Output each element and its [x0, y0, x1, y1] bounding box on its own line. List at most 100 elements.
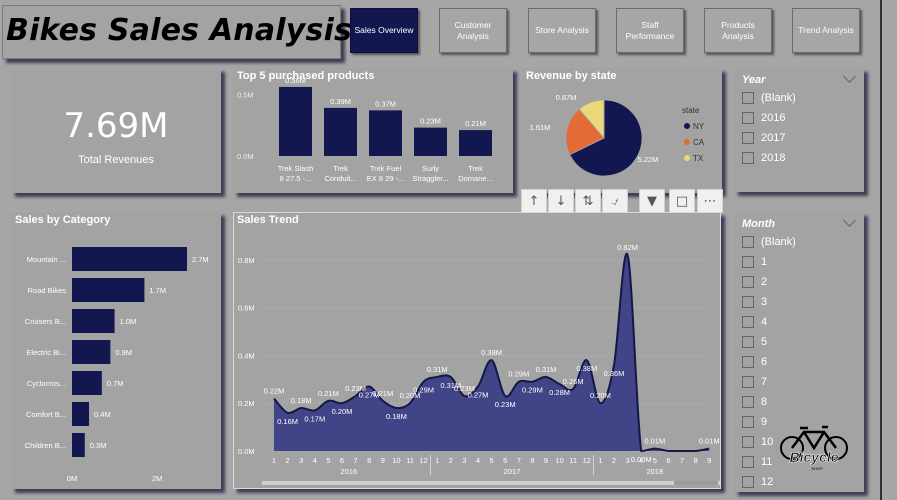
month-slicer-item[interactable]: 6: [742, 352, 767, 372]
month-slicer-item[interactable]: 10: [742, 432, 773, 452]
checkbox[interactable]: [742, 396, 754, 408]
checkbox[interactable]: [742, 316, 754, 328]
x-tick-label: 6: [340, 456, 344, 465]
nav-trend-analysis-button[interactable]: Trend Analysis: [792, 8, 860, 53]
nav-customer-analysis-button[interactable]: Customer Analysis: [439, 8, 507, 53]
nav-sales-overview-button[interactable]: Sales Overview: [350, 8, 418, 53]
year-slicer-item[interactable]: (Blank): [742, 88, 796, 108]
category-bar: [72, 340, 111, 364]
expand-level-icon[interactable]: ⇅: [575, 189, 601, 213]
top5-products-card[interactable]: Top 5 purchased products 0.0M 0.5M 0.56M Tr…: [233, 68, 513, 193]
checkbox[interactable]: [742, 416, 754, 428]
year-slicer-item[interactable]: 2018: [742, 148, 785, 168]
checkbox[interactable]: [742, 376, 754, 388]
bar-data-label: 0.3M: [90, 441, 107, 450]
product-bar: [414, 127, 447, 156]
x-tick-label: 6: [503, 456, 507, 465]
focus-mode-icon[interactable]: □: [669, 189, 695, 213]
page-divider: [880, 0, 882, 500]
year-slicer-item-label: 2017: [761, 132, 786, 144]
checkbox[interactable]: [742, 92, 754, 104]
month-slicer-item[interactable]: 2: [742, 272, 767, 292]
month-slicer-item[interactable]: 9: [742, 412, 767, 432]
nav-products-analysis-button[interactable]: Products Analysis: [704, 8, 772, 53]
x-tick-label: 5: [490, 456, 494, 465]
arrow-down-icon[interactable]: ↓: [548, 189, 574, 213]
sales-trend-card[interactable]: Sales Trend 0.0M 0.2M 0.4M 0.6M 0.8M 0.22M 0.1…: [233, 212, 721, 489]
legend-marker: [684, 139, 690, 145]
x-tick-label: 7: [517, 456, 521, 465]
nav-label: Staff Performance: [625, 19, 675, 41]
x-tick-label: 9: [544, 456, 548, 465]
x-tick-label: 12: [419, 456, 427, 465]
x-tick-label: 12: [583, 456, 591, 465]
month-slicer-item[interactable]: 3: [742, 292, 767, 312]
month-slicer-item[interactable]: 7: [742, 372, 767, 392]
drill-icon[interactable]: ⍻: [602, 189, 628, 213]
bar-data-label: 2.7M: [192, 255, 209, 264]
x-tick-label: 0M: [67, 474, 77, 483]
arrow-up-icon[interactable]: ↑: [521, 189, 547, 213]
sales-by-category-card[interactable]: Sales by Category Mountain ... 2.7M Road B…: [11, 212, 221, 489]
month-slicer-item[interactable]: 11: [742, 452, 772, 472]
bar-data-label: 0.56M: [285, 76, 306, 85]
y-tick-label: Mountain ...: [27, 255, 66, 264]
month-slicer-item[interactable]: 8: [742, 392, 767, 412]
x-tick-label: 4: [476, 456, 480, 465]
chevron-down-icon[interactable]: [843, 214, 856, 227]
checkbox[interactable]: [742, 356, 754, 368]
bicycle-shop-logo: Bicycle SHOP: [780, 425, 848, 471]
checkbox[interactable]: [742, 152, 754, 164]
checkbox[interactable]: [742, 336, 754, 348]
revenue-by-state-card[interactable]: Revenue by state 5.22M 1.61M 0.87M state NY C…: [522, 68, 722, 193]
month-slicer-item[interactable]: 1: [742, 252, 767, 272]
x-tick-label: Surly: [422, 164, 439, 173]
checkbox[interactable]: [742, 436, 754, 448]
x-tick-label: 2: [449, 456, 453, 465]
point-data-label: 0.38M: [481, 348, 502, 357]
y-tick-label: Children B...: [25, 441, 66, 450]
checkbox[interactable]: [742, 276, 754, 288]
checkbox[interactable]: [742, 476, 754, 488]
product-bar: [369, 110, 402, 156]
logo-text: Bicycle: [789, 449, 838, 465]
product-bar: [279, 86, 312, 156]
legend-label: CA: [693, 138, 705, 147]
nav-store-analysis-button[interactable]: Store Analysis: [528, 8, 596, 53]
month-slicer-item[interactable]: (Blank): [742, 232, 796, 252]
total-revenue-label: Total Revenues: [78, 154, 154, 166]
checkbox[interactable]: [742, 132, 754, 144]
x-tick-label: 3: [626, 456, 630, 465]
checkbox[interactable]: [742, 236, 754, 248]
checkbox[interactable]: [742, 456, 754, 468]
point-data-label: 0.23M: [495, 400, 516, 409]
scrollbar-thumb: [674, 481, 718, 485]
point-data-label: 0.22M: [264, 386, 285, 395]
checkbox[interactable]: [742, 112, 754, 124]
point-data-label: 0.29M: [508, 370, 529, 379]
y-tick-label: Electric Bi...: [26, 348, 66, 357]
chevron-down-icon[interactable]: [843, 70, 856, 83]
checkbox[interactable]: [742, 296, 754, 308]
x-tick-label: 8: [367, 456, 371, 465]
month-slicer-item[interactable]: 12: [742, 472, 773, 492]
year-slicer[interactable]: Year (Blank) 2016 2017 2018: [734, 68, 864, 192]
month-slicer-title: Month: [742, 218, 775, 230]
month-slicer-item-label: (Blank): [761, 236, 796, 248]
checkbox[interactable]: [742, 256, 754, 268]
nav-staff-performance-button[interactable]: Staff Performance: [616, 8, 684, 53]
year-label: 2016: [340, 467, 357, 476]
category-bar: [72, 247, 187, 271]
point-data-label: 0.16M: [277, 417, 298, 426]
month-slicer-item-label: 8: [761, 396, 768, 408]
state-pie-chart: 5.22M 1.61M 0.87M state NY CA TX: [530, 93, 705, 177]
month-slicer-item[interactable]: 4: [742, 312, 767, 332]
filter-icon[interactable]: ▼: [639, 189, 665, 213]
month-slicer-item[interactable]: 5: [742, 332, 767, 352]
year-slicer-item[interactable]: 2016: [742, 108, 785, 128]
month-slicer-item-label: 2: [761, 276, 768, 288]
x-tick-label: EX 8 29 -...: [367, 174, 405, 183]
more-options-icon[interactable]: ⋯: [697, 189, 723, 213]
category-bar: [72, 309, 115, 333]
year-slicer-item[interactable]: 2017: [742, 128, 785, 148]
